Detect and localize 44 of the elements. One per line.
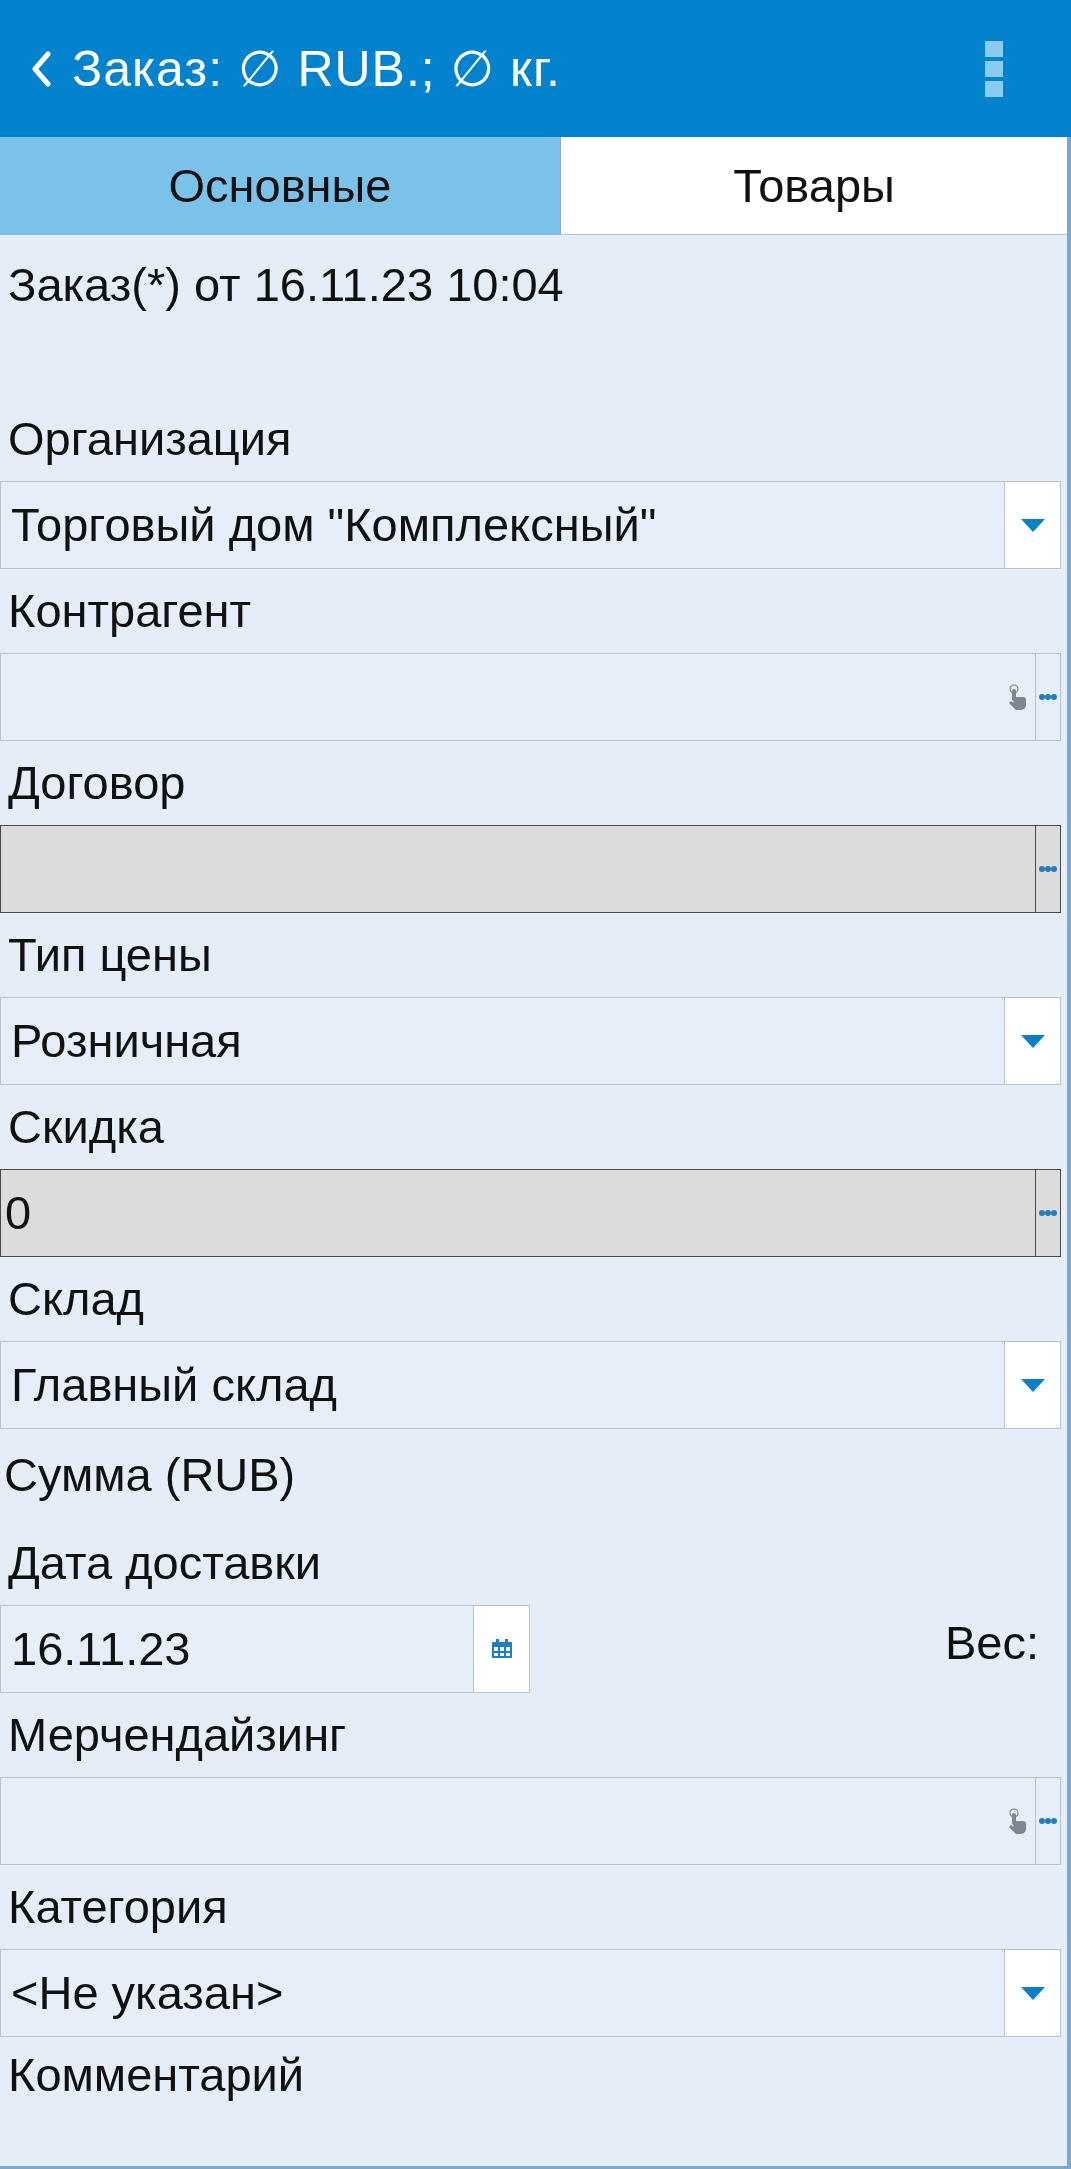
document-title: Заказ(*) от 16.11.23 10:04 (7, 257, 565, 313)
ellipsis-button[interactable] (1036, 653, 1061, 741)
ellipsis-icon (1039, 1818, 1057, 1824)
field-label: Сумма (RUB) (3, 1447, 297, 1503)
caret-icon (1020, 518, 1045, 532)
reference-field: 0 (0, 1169, 1036, 1257)
caret-icon (1020, 1378, 1045, 1392)
date-field[interactable]: 16.11.23 (0, 1605, 474, 1693)
field-label: Категория (7, 1879, 229, 1935)
ellipsis-icon (1039, 1210, 1057, 1216)
field-label: Организация (7, 411, 293, 467)
dropdown-button[interactable] (1005, 1341, 1061, 1429)
dropdown-field[interactable]: <Не указан> (0, 1949, 1005, 2037)
field-label: Тип цены (7, 927, 213, 983)
field-label: Скидка (7, 1099, 165, 1155)
caret-icon (1020, 1034, 1045, 1048)
reference-field[interactable] (0, 1777, 1036, 1865)
dropdown-button[interactable] (1005, 1949, 1061, 2037)
dropdown-field[interactable]: Розничная (0, 997, 1005, 1085)
dropdown-field[interactable]: Торговый дом "Комплексный" (0, 481, 1005, 569)
ellipsis-icon (1039, 866, 1057, 872)
dropdown-field[interactable]: Главный склад (0, 1341, 1005, 1429)
tab[interactable]: Основные (0, 137, 560, 235)
dropdown-button[interactable] (1005, 481, 1061, 569)
ellipsis-icon (1039, 694, 1057, 700)
more-menu-icon[interactable] (985, 40, 1003, 97)
calendar-button[interactable] (474, 1605, 530, 1693)
reference-field[interactable] (0, 653, 1036, 741)
screen-title: Заказ: ∅ RUB.; ∅ кг. (72, 43, 561, 94)
field-label: Склад (7, 1271, 146, 1327)
calendar-icon (490, 1639, 513, 1659)
field-label: Комментарий (7, 2047, 306, 2103)
ellipsis-button[interactable] (1036, 1777, 1061, 1865)
tab[interactable]: Товары (560, 137, 1067, 235)
back-icon[interactable] (30, 50, 52, 87)
ellipsis-button[interactable] (1036, 825, 1061, 913)
field-label: Дата доставки (7, 1535, 323, 1591)
ellipsis-button[interactable] (1036, 1169, 1061, 1257)
field-label: Договор (7, 755, 187, 811)
weight-label: Вес: (944, 1614, 1040, 1671)
caret-icon (1020, 1986, 1045, 2000)
field-label: Мерчендайзинг (7, 1707, 348, 1763)
field-label: Контрагент (7, 583, 252, 639)
dropdown-button[interactable] (1005, 997, 1061, 1085)
